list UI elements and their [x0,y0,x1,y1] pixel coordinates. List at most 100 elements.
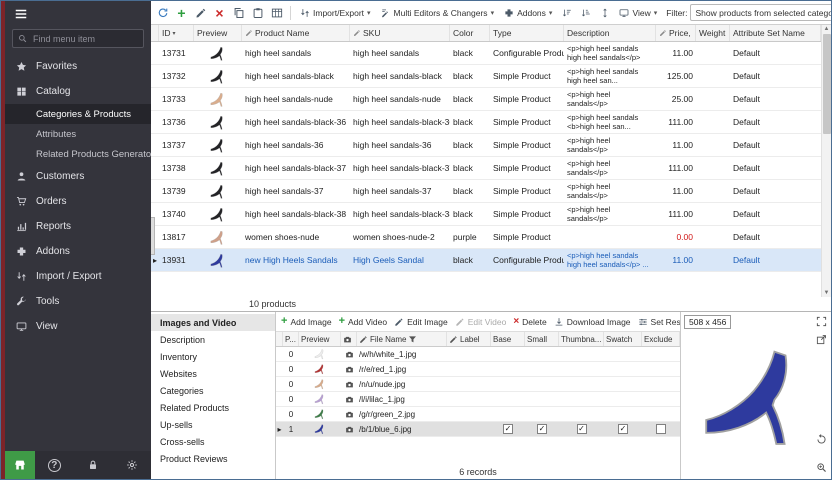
column-header-type[interactable]: Type [490,25,564,41]
sidebar-item-customers[interactable]: Customers [5,164,151,189]
column-header-weight[interactable]: Weight [696,25,730,41]
column-header-label[interactable]: Label [447,332,491,346]
sidebar-subitem-attributes[interactable]: Attributes [5,124,151,144]
column-header-attribute-set-name[interactable]: Attribute Set Name [730,25,821,41]
menu-multi-editors-changers[interactable]: Multi Editors & Changers▾ [377,4,499,22]
column-header-price[interactable]: Price, [656,25,696,41]
sidebar-item-reports[interactable]: Reports [5,214,151,239]
column-header-sku[interactable]: SKU [350,25,450,41]
tab-images-and-video[interactable]: Images and Video [151,314,275,331]
delete-button[interactable]: × [211,4,228,21]
sidebar-subitem-related-products-generator[interactable]: Related Products Generator [5,144,151,164]
column-header-base[interactable]: Base [491,332,525,346]
store-icon[interactable] [5,451,35,479]
sidebar-item-catalog[interactable]: Catalog [5,79,151,104]
edit-button[interactable] [192,4,209,21]
tab-cross-sells[interactable]: Cross-sells [151,433,275,450]
product-row[interactable]: 13733high heel sandals-nudehigh heel san… [151,88,821,111]
tab-websites[interactable]: Websites [151,365,275,382]
menu-search-input[interactable] [31,33,138,45]
tab-inventory[interactable]: Inventory [151,348,275,365]
tab-product-reviews[interactable]: Product Reviews [151,450,275,467]
scroll-up-icon[interactable]: ▲ [824,25,830,33]
exclude-checkbox[interactable] [656,424,666,434]
sort-desc-button[interactable] [577,4,594,21]
product-row[interactable]: 13731high heel sandalshigh heel sandalsb… [151,42,821,65]
rotate-icon[interactable] [816,434,827,445]
column-header-exclude[interactable]: Exclude [642,332,680,346]
product-row[interactable]: 13817women shoes-nudewomen shoes-nude-2p… [151,226,821,249]
lock-icon[interactable] [74,451,113,479]
add-video-button[interactable]: +Add Video [339,316,388,327]
scrollbar-thumb[interactable] [823,34,831,134]
thumbnail-checkbox[interactable]: ✓ [577,424,587,434]
add-image-button[interactable]: +Add Image [281,316,332,327]
sidebar-subitem-categories-products[interactable]: Categories & Products [5,104,151,124]
product-row[interactable]: 13740high heel sandals-black-38high heel… [151,203,821,226]
image-row[interactable]: 0/w/h/white_1.jpg [276,347,680,362]
product-row[interactable]: 13737high heel sandals-36high heel sanda… [151,134,821,157]
sidebar-item-addons[interactable]: Addons [5,239,151,264]
tab-related-products[interactable]: Related Products [151,399,275,416]
small-checkbox[interactable]: ✓ [537,424,547,434]
edit-video-button[interactable]: Edit Video [455,317,507,327]
column-header-preview[interactable]: Preview [299,332,341,346]
menu-search-box[interactable] [12,29,144,48]
column-header-product-name[interactable]: Product Name [242,25,350,41]
splitter-handle[interactable] [151,217,155,255]
swatch-checkbox[interactable]: ✓ [618,424,628,434]
vertical-scrollbar[interactable]: ▲ ▼ [821,25,831,297]
column-header-color[interactable]: Color [450,25,490,41]
sidebar-item-favorites[interactable]: Favorites [5,54,151,79]
product-row[interactable]: 13736high heel sandals-black-36high heel… [151,111,821,134]
image-row[interactable]: 0/l/i/lilac_1.jpg [276,392,680,407]
paste-button[interactable] [249,4,266,21]
base-checkbox[interactable]: ✓ [503,424,513,434]
sort-asc-button[interactable] [558,4,575,21]
add-button[interactable]: + [173,4,190,21]
zoom-icon[interactable] [816,462,827,473]
menu-view[interactable]: View▾ [615,4,661,22]
row-height-button[interactable] [596,4,613,21]
sidebar-item-view[interactable]: View [5,314,151,339]
scroll-down-icon[interactable]: ▼ [824,289,830,297]
column-header-id[interactable]: ID▾ [159,25,194,41]
sidebar-item-orders[interactable]: Orders [5,189,151,214]
menu-import-export[interactable]: Import/Export▾ [296,4,375,22]
tab-categories[interactable]: Categories [151,382,275,399]
image-row[interactable]: 0/g/r/green_2.jpg [276,407,680,422]
sidebar-item-import-export[interactable]: Import / Export [5,264,151,289]
product-row[interactable]: 13732high heel sandals-blackhigh heel sa… [151,65,821,88]
edit-image-button[interactable]: Edit Image [394,317,448,327]
gear-icon[interactable] [112,451,151,479]
column-header-small[interactable]: Small [525,332,559,346]
set-resize-rule-button[interactable]: Set Resize Rule [638,317,680,327]
help-icon[interactable]: ? [35,451,74,479]
column-header-description[interactable]: Description [564,25,656,41]
column-header-swatch[interactable]: Swatch [604,332,642,346]
product-row[interactable]: ▸13931new High Heels SandalsHigh Geels S… [151,249,821,272]
column-header-preview[interactable]: Preview [194,25,242,41]
delete-button[interactable]: ×Delete [513,317,546,327]
product-row[interactable]: 13738high heel sandals-black-37high heel… [151,157,821,180]
tab-description[interactable]: Description [151,331,275,348]
copy-button[interactable] [230,4,247,21]
image-row[interactable]: 0/n/u/nude.jpg [276,377,680,392]
image-row[interactable]: 0/r/e/red_1.jpg [276,362,680,377]
sidebar-item-tools[interactable]: Tools [5,289,151,314]
column-header-camera[interactable] [341,332,357,346]
download-image-button[interactable]: Download Image [554,317,631,327]
refresh-button[interactable] [154,4,171,21]
image-row[interactable]: ▸1/b/1/blue_6.jpg✓✓✓✓ [276,422,680,437]
product-row[interactable]: 13739high heel sandals-37high heel sanda… [151,180,821,203]
open-external-icon[interactable] [816,334,827,345]
column-header-file-name[interactable]: File Name [357,332,447,346]
hamburger-menu-icon[interactable] [14,7,28,21]
category-filter-select[interactable]: Show products from selected categories ▾ [690,4,831,21]
fullscreen-icon[interactable] [816,316,827,327]
tab-up-sells[interactable]: Up-sells [151,416,275,433]
menu-addons[interactable]: Addons▾ [500,4,556,22]
column-header-p[interactable]: P...▴ [283,332,299,346]
columns-button[interactable] [268,4,285,21]
column-header-thumbna[interactable]: Thumbna... [559,332,604,346]
